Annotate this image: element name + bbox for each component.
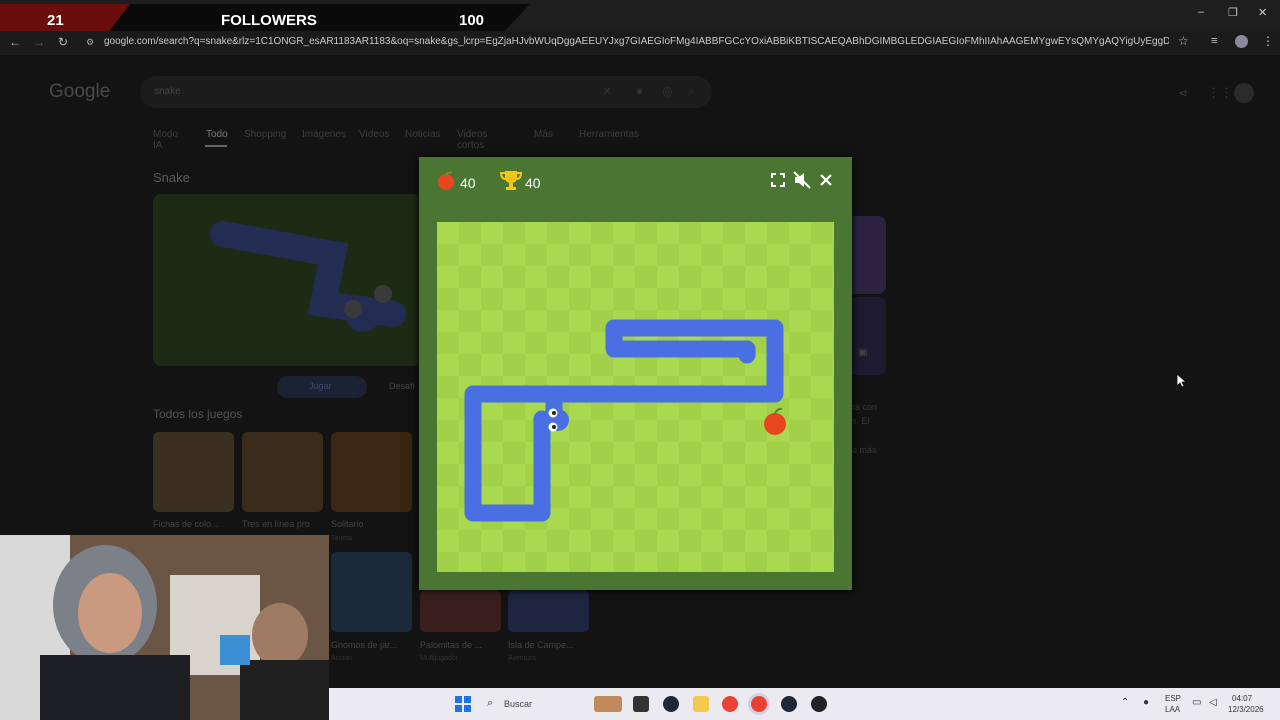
share-icon[interactable]: ⋖ <box>1178 86 1188 100</box>
mouse-cursor-icon <box>1177 374 1187 388</box>
webcam-feed <box>0 535 329 720</box>
obs-icon[interactable] <box>811 696 827 712</box>
network-icon[interactable]: ▭ <box>1192 697 1201 708</box>
follower-count: 21 <box>47 12 64 29</box>
mic-tray-icon[interactable]: ● <box>1143 697 1149 708</box>
snippet-line: ra con <box>852 402 878 412</box>
search-box[interactable]: snake ✕ ● ◎ ⌕ <box>140 76 712 108</box>
taskbar <box>329 688 1280 720</box>
best-score: 40 <box>525 175 541 191</box>
window-close-icon[interactable]: ✕ <box>1258 6 1267 19</box>
active-tab-underline <box>205 145 227 147</box>
apple-icon <box>438 171 454 190</box>
trophy-icon <box>500 171 522 190</box>
clear-icon[interactable]: ✕ <box>602 84 612 98</box>
search-query: snake <box>154 86 181 97</box>
game-category: Tarjeta <box>331 535 353 542</box>
search-icon[interactable]: ⌕ <box>688 84 695 99</box>
steam-app-icon[interactable] <box>781 696 797 712</box>
game-category: Acción <box>331 655 353 662</box>
followers-label: FOLLOWERS <box>221 12 317 29</box>
image-icon: ▣ <box>858 347 868 358</box>
forward-icon[interactable]: → <box>33 35 45 49</box>
mute-icon[interactable] <box>793 171 811 189</box>
snake-body <box>464 319 784 522</box>
tab-videos-cortos[interactable]: Videos cortos <box>457 129 487 151</box>
mic-icon[interactable]: ● <box>636 84 643 98</box>
game-title[interactable]: Tres en línea pro <box>242 519 310 529</box>
game-title[interactable]: Isla de Campe... <box>508 640 574 650</box>
play-button-label: Jugar <box>309 381 332 391</box>
game-thumb-fichas[interactable] <box>153 432 234 512</box>
language-layout[interactable]: LAA <box>1165 705 1180 714</box>
snippet-line: s. El <box>852 416 870 426</box>
play-button[interactable]: Jugar <box>277 376 367 398</box>
taskbar-search-icon[interactable]: ⌕ <box>487 697 493 710</box>
url-field[interactable]: google.com/search?q=snake&rlz=1C1ONGR_es… <box>104 36 1169 47</box>
game-category: Multijugador <box>420 655 459 662</box>
game-thumb-isla[interactable] <box>508 590 589 632</box>
tab-todo[interactable]: Todo <box>206 129 228 140</box>
tab-videos[interactable]: Videos <box>359 129 389 140</box>
maximize-icon[interactable]: ❐ <box>1228 6 1238 19</box>
game-header: 40 40 <box>419 157 852 205</box>
bookmark-star-icon[interactable]: ☆ <box>1178 34 1189 48</box>
game-title[interactable]: Palomitas de ... <box>420 640 482 650</box>
follower-goal: 100 <box>459 12 485 29</box>
volume-icon[interactable]: ◁ <box>1209 697 1217 708</box>
language-code[interactable]: ESP <box>1165 694 1181 703</box>
challenge-button[interactable]: Desafí <box>389 381 415 391</box>
close-icon[interactable] <box>819 173 833 187</box>
snake-card-title: Snake <box>153 170 190 185</box>
tab-imagenes[interactable]: Imágenes <box>302 129 346 140</box>
game-title[interactable]: Fichas de colo... <box>153 519 219 529</box>
tab-modo-ia[interactable]: Modo IA <box>153 129 178 151</box>
tab-herramientas[interactable]: Herramientas <box>579 129 639 140</box>
reload-icon[interactable]: ↻ <box>58 35 68 49</box>
chrome-icon[interactable] <box>722 696 738 712</box>
windows-start-icon[interactable] <box>455 696 471 712</box>
tab-shopping[interactable]: Shopping <box>244 129 286 140</box>
chrome-active-icon[interactable] <box>751 696 767 712</box>
game-thumb-tres-en-linea[interactable] <box>242 432 323 512</box>
game-thumb-gnomos[interactable] <box>331 552 412 632</box>
clock-time[interactable]: 04:07 <box>1232 694 1252 703</box>
related-image[interactable]: ▣ <box>852 297 886 375</box>
snake-canvas <box>464 319 786 522</box>
browser-menu-icon[interactable]: ⋮ <box>1262 34 1274 48</box>
apple <box>764 413 786 435</box>
tab-mas[interactable]: Más <box>534 129 553 140</box>
back-icon[interactable]: ← <box>9 35 21 49</box>
profile-avatar[interactable] <box>1235 35 1248 48</box>
task-view-icon[interactable] <box>633 696 649 712</box>
game-thumb-palomitas[interactable] <box>420 590 501 632</box>
file-explorer-icon[interactable] <box>693 696 709 712</box>
apps-grid-icon[interactable]: ⋮⋮ <box>1207 85 1233 101</box>
game-board[interactable] <box>437 222 834 572</box>
game-title[interactable]: Gnomos de jar... <box>331 640 397 650</box>
minimize-icon[interactable]: – <box>1198 6 1204 18</box>
game-title[interactable]: Solitario <box>331 519 364 529</box>
lens-icon[interactable]: ◎ <box>662 84 672 98</box>
apple-score: 40 <box>460 175 476 191</box>
fullscreen-icon[interactable] <box>771 173 785 187</box>
steam-icon[interactable] <box>663 696 679 712</box>
site-info-icon[interactable]: ⚙ <box>86 37 94 48</box>
snake-preview-art <box>210 221 406 332</box>
tab-noticias[interactable]: Noticias <box>405 129 441 140</box>
google-logo: Google <box>49 81 111 102</box>
media-controls-icon[interactable]: ≡ <box>1211 35 1217 47</box>
clock-date[interactable]: 12/3/2026 <box>1228 705 1264 714</box>
game-category: Aventura <box>508 655 536 662</box>
game-thumb-solitario[interactable] <box>331 432 412 512</box>
tray-expand-icon[interactable]: ⌃ <box>1121 697 1129 708</box>
snake-preview-image <box>153 194 421 366</box>
taskbar-search-input[interactable]: Buscar <box>504 699 532 709</box>
search-highlight-icon[interactable] <box>594 696 622 712</box>
snippet-line: e más <box>852 445 877 455</box>
account-avatar[interactable] <box>1234 83 1254 103</box>
webcam-overlay <box>0 535 329 720</box>
related-image[interactable] <box>852 216 886 294</box>
all-games-heading: Todos los juegos <box>153 407 243 421</box>
